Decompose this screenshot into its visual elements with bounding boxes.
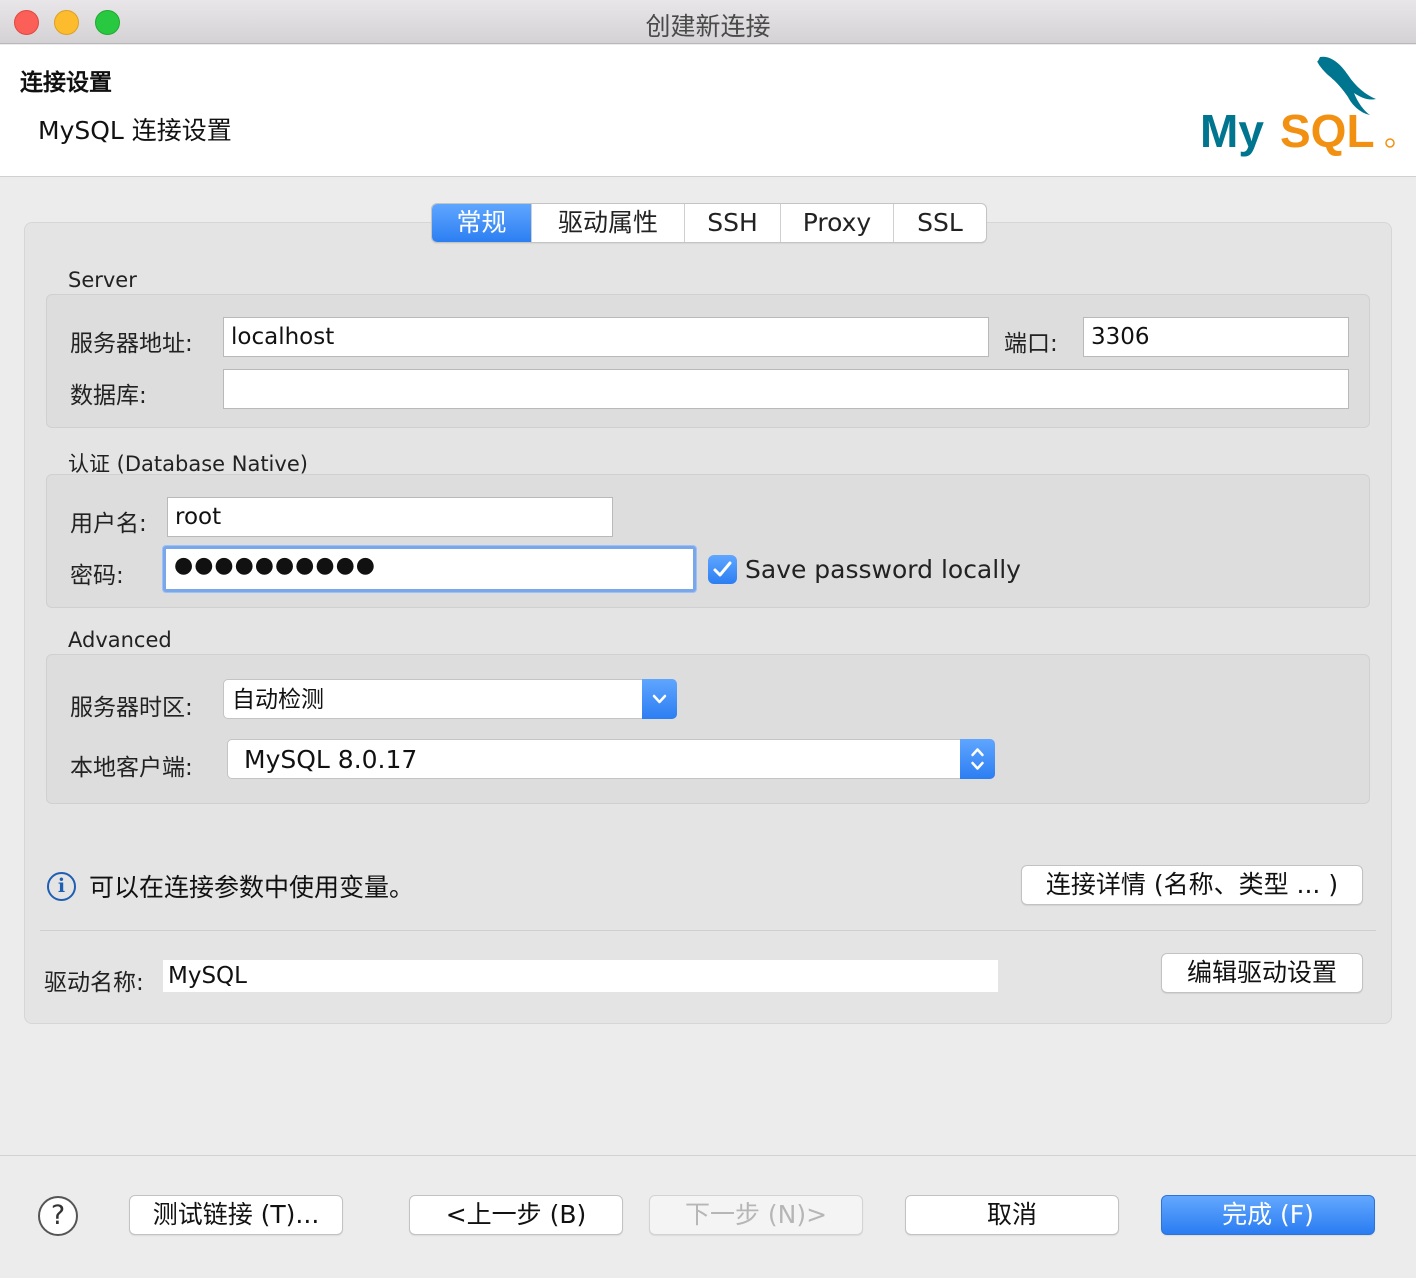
port-label: 端口:: [1004, 331, 1058, 357]
checkmark-icon: [713, 561, 732, 577]
logo-my-text: My: [1200, 105, 1264, 157]
host-label: 服务器地址:: [70, 331, 193, 357]
footer-separator: [0, 1155, 1416, 1156]
question-icon[interactable]: ?: [38, 1196, 78, 1236]
mysql-logo: My SQL: [1200, 56, 1395, 157]
chevron-down-icon: [652, 694, 667, 704]
wizard-header: 连接设置 MySQL 连接设置 My SQL: [0, 45, 1416, 177]
page-subtitle: MySQL 连接设置: [38, 116, 232, 145]
tab-proxy[interactable]: Proxy: [781, 204, 894, 242]
info-icon: i: [47, 872, 76, 901]
timezone-value: 自动检测: [232, 687, 324, 713]
username-label: 用户名:: [70, 511, 147, 537]
host-input[interactable]: localhost: [223, 317, 989, 357]
tab-ssl[interactable]: SSL: [894, 204, 986, 242]
updown-icon: [971, 748, 984, 770]
tab-bar: 常规 驱动属性 SSH Proxy SSL: [431, 203, 987, 243]
connection-details-button[interactable]: 连接详情 (名称、类型 ... ): [1021, 865, 1363, 905]
next-button[interactable]: 下一步 (N)>: [649, 1195, 863, 1235]
server-section-label: Server: [68, 268, 137, 292]
logo-sql-text: SQL: [1280, 105, 1375, 157]
client-select[interactable]: MySQL 8.0.17: [227, 739, 995, 779]
divider: [40, 930, 1376, 931]
save-password-checkbox[interactable]: [708, 555, 737, 584]
password-label: 密码:: [70, 563, 124, 589]
advanced-group: [46, 654, 1370, 804]
test-connection-button[interactable]: 测试链接 (T)...: [129, 1195, 343, 1235]
finish-button[interactable]: 完成 (F): [1161, 1195, 1375, 1235]
driver-name-label: 驱动名称:: [44, 970, 144, 996]
tab-driver-properties[interactable]: 驱动属性: [532, 204, 685, 242]
database-label: 数据库:: [70, 383, 147, 409]
tab-general[interactable]: 常规: [432, 204, 532, 242]
port-input[interactable]: 3306: [1083, 317, 1349, 357]
database-input[interactable]: [223, 369, 1349, 409]
timezone-select[interactable]: 自动检测: [223, 679, 677, 719]
edit-driver-settings-button[interactable]: 编辑驱动设置: [1161, 953, 1363, 993]
window-title: 创建新连接: [645, 12, 771, 41]
timezone-dropdown-button[interactable]: [642, 679, 677, 719]
client-label: 本地客户端:: [70, 755, 193, 781]
tab-ssh[interactable]: SSH: [685, 204, 781, 242]
save-password-label[interactable]: Save password locally: [745, 555, 1021, 584]
client-stepper-button[interactable]: [960, 739, 995, 779]
page-title: 连接设置: [20, 70, 112, 96]
advanced-section-label: Advanced: [68, 628, 172, 652]
password-input[interactable]: ●●●●●●●●●●: [163, 546, 696, 592]
username-input[interactable]: root: [167, 497, 613, 537]
variables-hint: 可以在连接参数中使用变量。: [89, 873, 415, 902]
client-value: MySQL 8.0.17: [244, 745, 418, 774]
title-bar: 创建新连接: [0, 0, 1416, 44]
timezone-label: 服务器时区:: [70, 695, 193, 721]
back-button[interactable]: <上一步 (B): [409, 1195, 623, 1235]
cancel-button[interactable]: 取消: [905, 1195, 1119, 1235]
driver-name-field: MySQL: [163, 960, 998, 992]
